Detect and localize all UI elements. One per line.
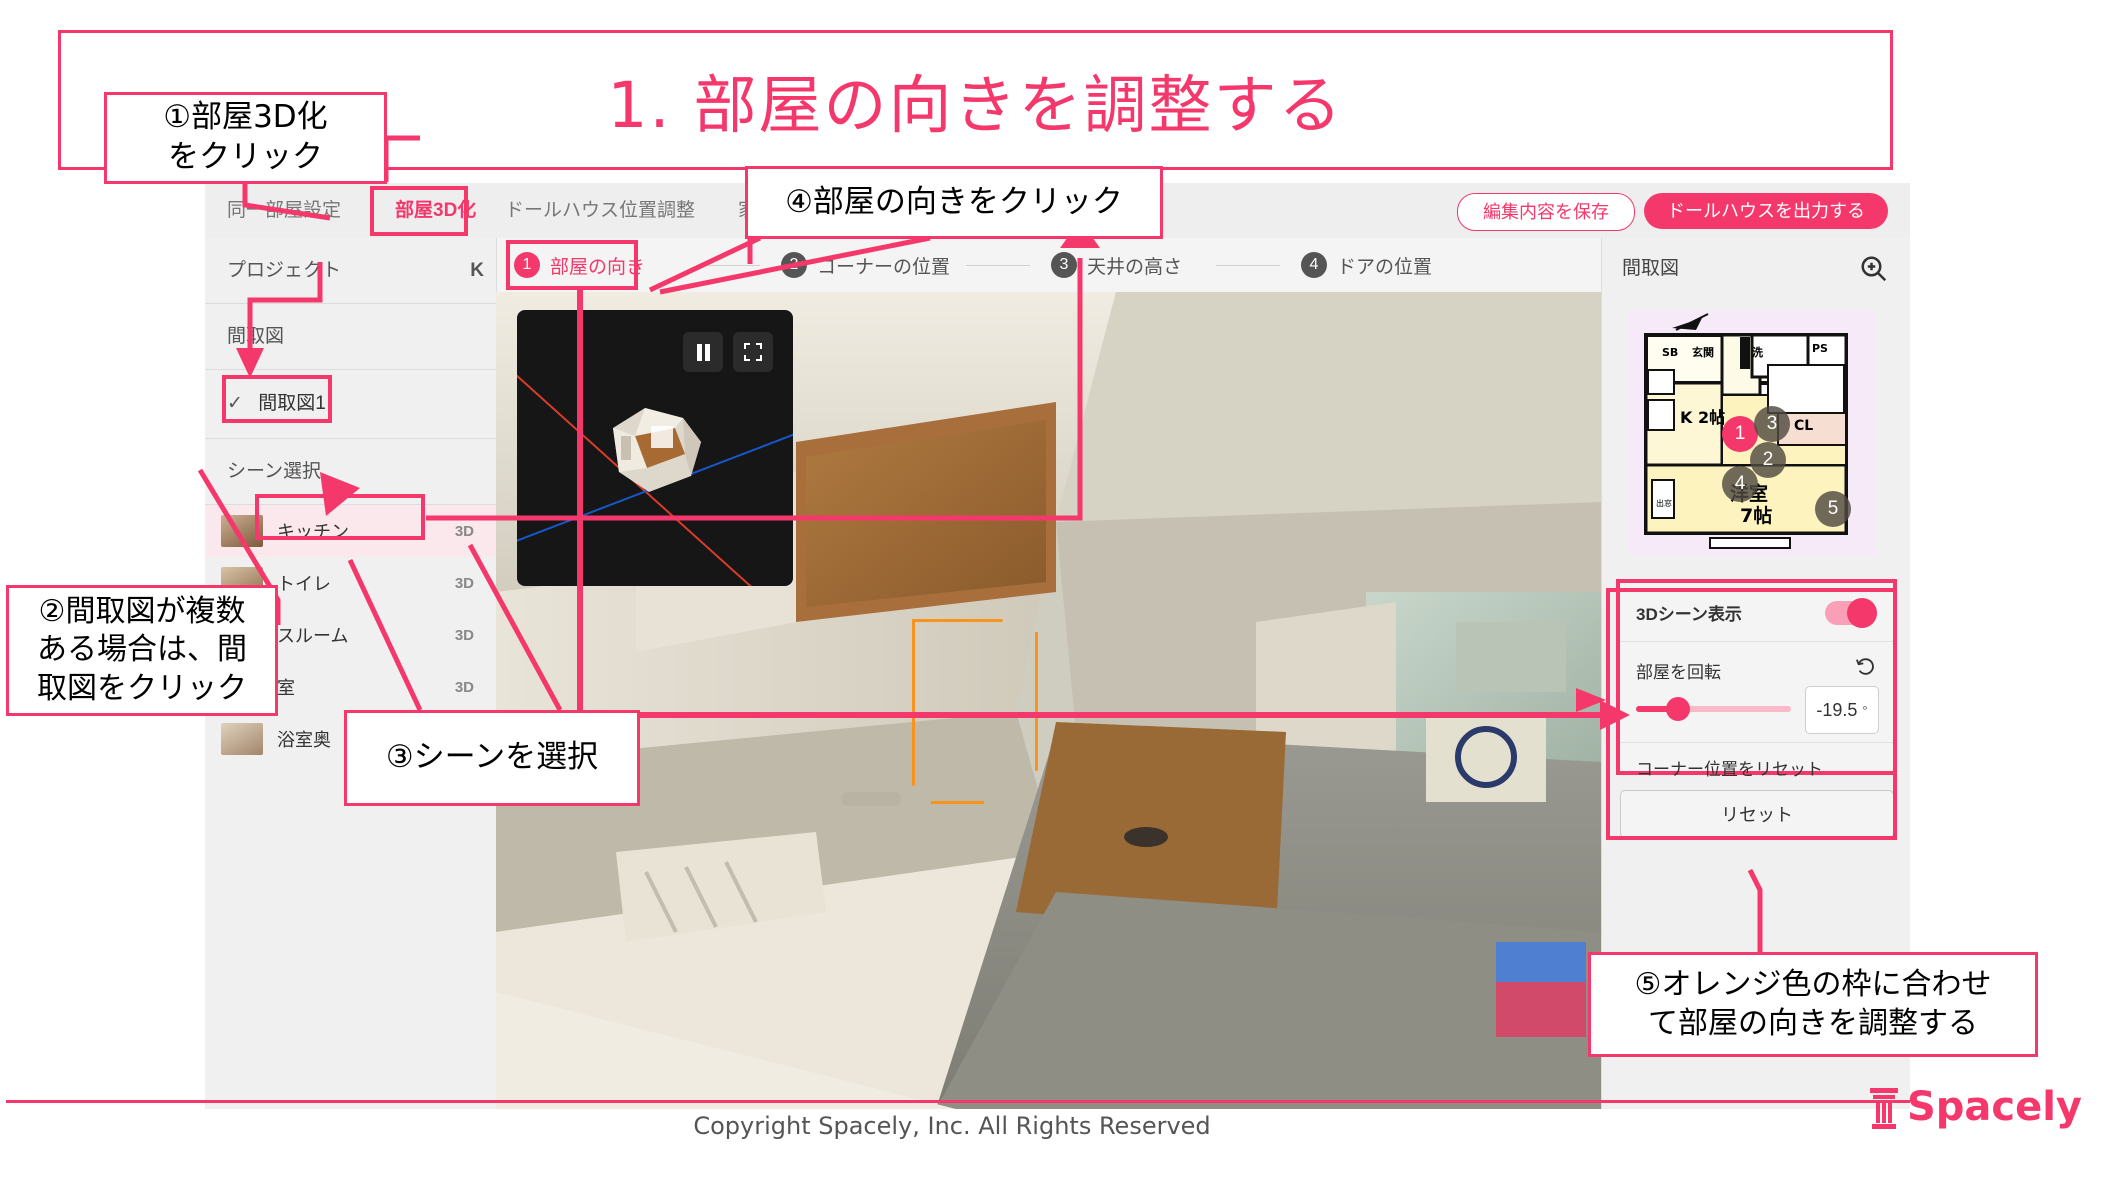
- step-ceiling-height[interactable]: 3 天井の高さ: [1051, 238, 1182, 292]
- 3d-preview-overlay[interactable]: [517, 310, 793, 586]
- tab-same-room-setting[interactable]: 同一部屋設定: [227, 183, 341, 238]
- step-number: 3: [1051, 252, 1077, 278]
- step-separator: [1216, 265, 1280, 266]
- scene-3d-badge: 3D: [454, 522, 474, 540]
- callout-4: ④部屋の向きをクリック: [745, 166, 1163, 239]
- callout-1: ①部屋3D化 をクリック: [104, 92, 387, 184]
- callout-2: ②間取図が複数 ある場合は、間 取図をクリック: [6, 585, 278, 716]
- pillar-icon: [1869, 1088, 1898, 1129]
- right-panel-title: 間取図: [1622, 258, 1680, 279]
- spacely-logo: Spacely: [1867, 1084, 2082, 1130]
- step-label: ドアの位置: [1337, 256, 1433, 278]
- step-label: 天井の高さ: [1087, 256, 1183, 278]
- svg-text:洗: 洗: [1752, 345, 1763, 359]
- save-edits-button[interactable]: 編集内容を保存: [1457, 193, 1635, 231]
- step-corner-position[interactable]: 2 コーナーの位置: [781, 238, 950, 292]
- floorplan-marker-5[interactable]: 5: [1815, 491, 1851, 527]
- highlight-scene-kitchen: [255, 494, 425, 540]
- scene-label: トイレ: [277, 574, 331, 594]
- pause-icon[interactable]: [683, 332, 723, 372]
- step-number: 4: [1301, 252, 1327, 278]
- svg-text:SB: SB: [1662, 346, 1678, 359]
- step-door-position[interactable]: 4 ドアの位置: [1301, 238, 1432, 292]
- magnifier-plus-icon[interactable]: [1859, 254, 1889, 284]
- footer-copyright: Copyright Spacely, Inc. All Rights Reser…: [693, 1112, 1211, 1140]
- scene-thumbnail: [221, 723, 263, 755]
- 3d-room-model: [613, 408, 701, 492]
- scene-label: 浴室奥: [277, 730, 331, 750]
- step-label: コーナーの位置: [817, 256, 951, 278]
- highlight-step-room-direction: [506, 240, 638, 290]
- floorplan-marker-4[interactable]: 4: [1722, 466, 1758, 502]
- floorplan-marker-2[interactable]: 2: [1750, 442, 1786, 478]
- project-value: K: [470, 260, 484, 281]
- scene-label: スルーム: [277, 626, 349, 646]
- footer-divider: [6, 1100, 1910, 1103]
- step-separator: [696, 265, 760, 266]
- project-label: プロジェクト: [227, 260, 342, 281]
- export-dollhouse-button[interactable]: ドールハウスを出力する: [1644, 193, 1888, 229]
- callout-3: ③シーンを選択: [344, 710, 640, 806]
- scene-label: 室: [277, 678, 295, 698]
- svg-text:玄関: 玄関: [1692, 345, 1714, 359]
- svg-text:出窓: 出窓: [1656, 498, 1672, 508]
- slide-root: 1. 部屋の向きを調整する 同一部屋設定 部屋3D化 ドールハウス位置調整 家 …: [0, 0, 2110, 1182]
- scene-header-label: シーン選択: [227, 461, 322, 482]
- right-panel-header: 間取図: [1602, 238, 1910, 300]
- sidebar-section-floorplan: 間取図: [205, 304, 496, 370]
- step-bar: 1 部屋の向き 2 コーナーの位置 3 天井の高さ 4 ドアの位置: [496, 238, 1601, 293]
- svg-text:CL: CL: [1794, 418, 1813, 434]
- scene-3d-badge: 3D: [454, 678, 474, 696]
- scene-3d-badge: 3D: [454, 626, 474, 644]
- logo-text: Spacely: [1906, 1084, 2082, 1130]
- highlight-tab-room-3d: [370, 186, 468, 236]
- svg-text:7帖: 7帖: [1740, 504, 1772, 527]
- highlight-floorplan-item: [222, 375, 332, 423]
- panorama-stage[interactable]: [496, 292, 1601, 1109]
- tab-dollhouse-position[interactable]: ドールハウス位置調整: [505, 183, 695, 238]
- floorplan-marker-1[interactable]: 1: [1722, 416, 1758, 452]
- step-number: 2: [781, 252, 807, 278]
- sidebar-section-project: プロジェクト K: [205, 238, 496, 304]
- svg-text:K 2帖: K 2帖: [1680, 408, 1725, 427]
- step-separator: [966, 265, 1030, 266]
- fullscreen-icon[interactable]: [733, 332, 773, 372]
- floorplan-marker-3[interactable]: 3: [1754, 406, 1790, 442]
- scene-3d-badge: 3D: [454, 574, 474, 592]
- highlight-room-controls: [1606, 588, 1897, 840]
- floorplan-header-label: 間取図: [227, 326, 285, 347]
- callout-5: ⑤オレンジ色の枠に合わせ て部屋の向きを調整する: [1588, 952, 2038, 1057]
- svg-text:PS: PS: [1812, 342, 1828, 355]
